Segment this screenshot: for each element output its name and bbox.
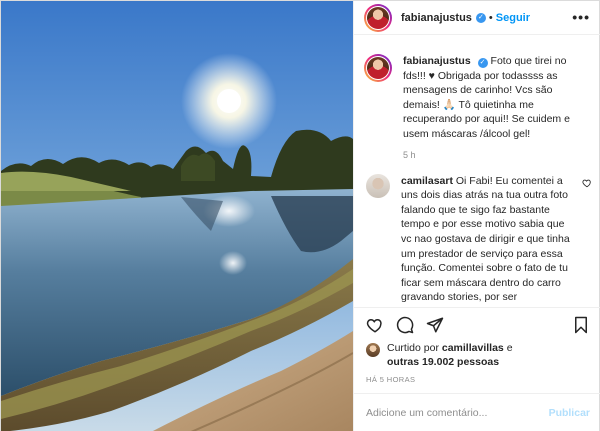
verified-badge-icon: ✓ bbox=[475, 12, 486, 23]
add-comment-input[interactable] bbox=[366, 407, 549, 419]
caption-verified-badge-icon: ✓ bbox=[477, 57, 488, 68]
author-avatar-image bbox=[367, 6, 389, 29]
comment-text: Oi Fabi! Eu comentei a uns dois dias atr… bbox=[401, 174, 570, 304]
publish-button[interactable]: Publicar bbox=[549, 407, 590, 419]
commenter-username[interactable]: camilasart bbox=[401, 175, 453, 187]
more-options-icon[interactable]: ••• bbox=[572, 10, 590, 24]
comment-icon[interactable] bbox=[396, 316, 414, 334]
liker-username[interactable]: camillavillas bbox=[442, 342, 504, 354]
heart-icon[interactable] bbox=[366, 316, 384, 334]
caption-text: Foto que tirei no fds!!! ♥ Obrigada por … bbox=[403, 55, 570, 140]
caption-comment: fabianajustus ✓ Foto que tirei no fds!!!… bbox=[364, 54, 592, 142]
add-comment-bar: Publicar bbox=[354, 393, 600, 431]
likes-and: e bbox=[506, 342, 513, 354]
likes-others-count[interactable]: outras 19.002 pessoas bbox=[387, 356, 499, 368]
post-photo[interactable] bbox=[1, 1, 353, 431]
bookmark-icon[interactable] bbox=[572, 316, 590, 334]
post-actions-bar bbox=[354, 307, 600, 337]
comment-item: camilasart Oi Fabi! Eu comentei a uns do… bbox=[364, 173, 592, 305]
instagram-post: fabianajustus ✓ • Seguir ••• fabianajust… bbox=[0, 0, 600, 431]
header-separator: • bbox=[488, 11, 493, 24]
liker-avatar[interactable] bbox=[366, 343, 380, 357]
lake-sunset-photo bbox=[1, 1, 353, 431]
caption-author-avatar-image bbox=[367, 57, 389, 79]
likes-prefix: Curtido por bbox=[387, 342, 439, 354]
comment-text-block: camilasart Oi Fabi! Eu comentei a uns do… bbox=[401, 174, 576, 305]
caption-time[interactable]: 5 h bbox=[403, 150, 592, 160]
post-side-panel: fabianajustus ✓ • Seguir ••• fabianajust… bbox=[353, 1, 600, 431]
post-age[interactable]: HÁ 5 HORAS bbox=[366, 375, 415, 384]
post-header: fabianajustus ✓ • Seguir ••• bbox=[354, 1, 600, 35]
comments-list[interactable]: fabianajustus ✓ Foto que tirei no fds!!!… bbox=[354, 36, 600, 306]
caption-username[interactable]: fabianajustus bbox=[403, 55, 471, 67]
author-avatar[interactable] bbox=[364, 3, 392, 32]
likes-summary: Curtido por camillavillas e outras 19.00… bbox=[366, 341, 547, 369]
likes-text: Curtido por camillavillas e outras 19.00… bbox=[387, 341, 547, 369]
caption-author-avatar[interactable] bbox=[364, 54, 392, 82]
author-username[interactable]: fabianajustus bbox=[401, 12, 472, 24]
follow-button[interactable]: Seguir bbox=[496, 12, 530, 24]
share-icon[interactable] bbox=[426, 316, 444, 334]
caption-text-block: fabianajustus ✓ Foto que tirei no fds!!!… bbox=[403, 54, 581, 142]
comment-like-heart-icon[interactable] bbox=[582, 178, 592, 188]
commenter-avatar[interactable] bbox=[366, 173, 390, 198]
